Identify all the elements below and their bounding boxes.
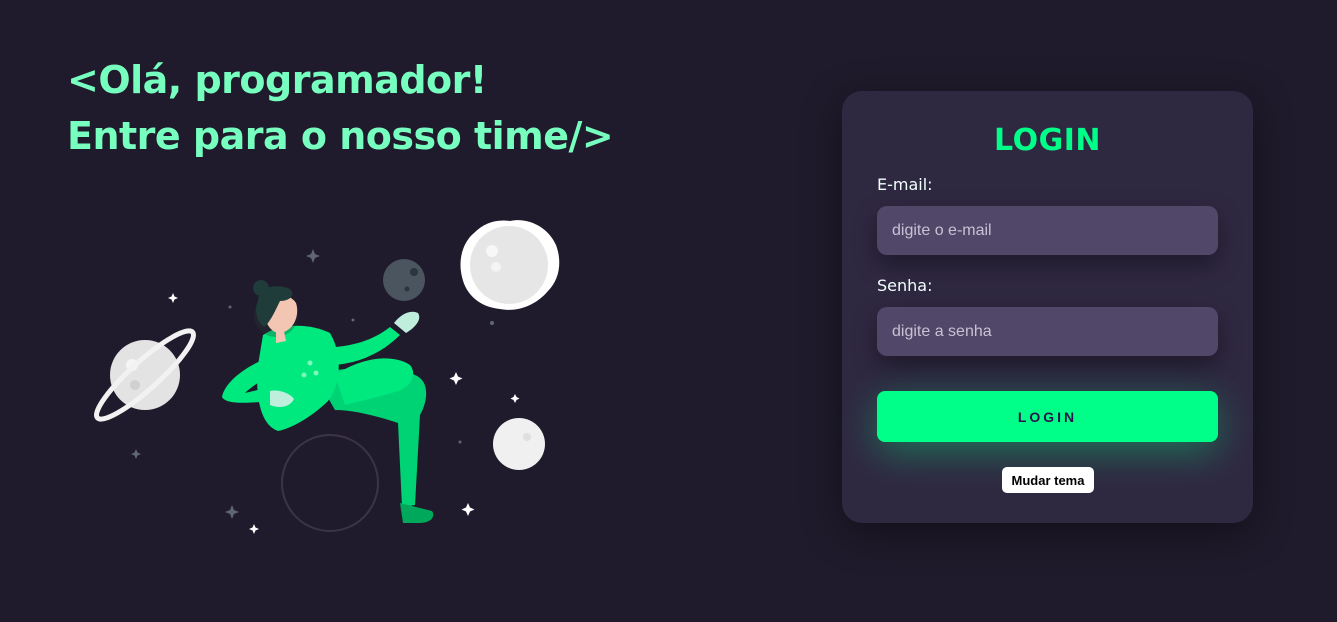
password-label: Senha: [877, 276, 933, 295]
astronaut-illustration [94, 220, 560, 534]
dark-moon-icon [383, 259, 425, 301]
email-label: E-mail: [877, 175, 933, 194]
big-moon-icon [460, 220, 560, 310]
password-input[interactable] [877, 307, 1218, 356]
ringed-planet-icon [94, 328, 196, 422]
star-icons [168, 293, 520, 534]
orbit-decoration [281, 434, 379, 532]
hero-headline-line1: <Olá, programador! [67, 58, 487, 102]
email-input[interactable] [877, 206, 1218, 255]
theme-toggle-button[interactable]: Mudar tema [1002, 467, 1094, 493]
hero-headline: <Olá, programador! Entre para o nosso ti… [67, 52, 614, 164]
hero-headline-line2: Entre para o nosso time/> [67, 114, 614, 158]
small-moon-icon [493, 418, 545, 470]
login-title: LOGIN [994, 123, 1101, 158]
login-page: <Olá, programador! Entre para o nosso ti… [0, 0, 1337, 622]
astronaut-figure [222, 280, 434, 523]
login-card: LOGIN E-mail: Senha: LOGIN Mudar tema [842, 91, 1253, 523]
login-button[interactable]: LOGIN [877, 391, 1218, 442]
